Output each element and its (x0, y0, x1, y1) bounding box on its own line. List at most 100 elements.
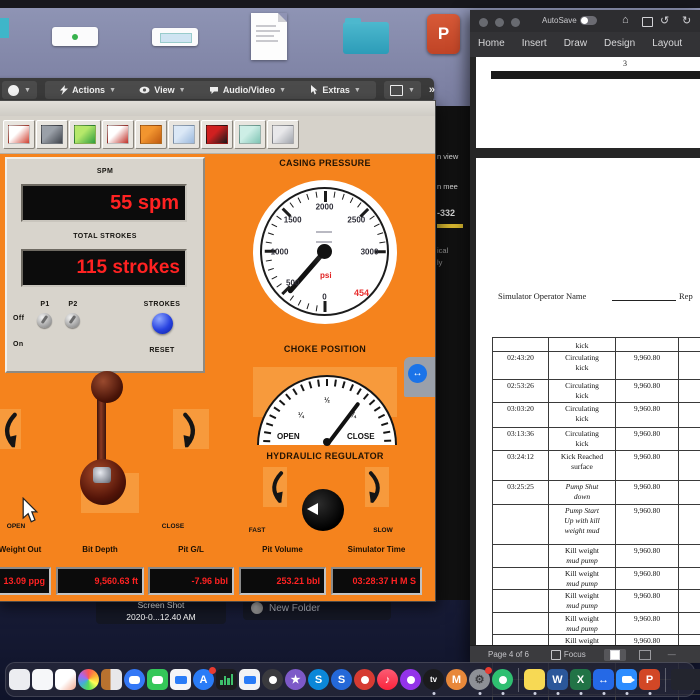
dock-mail-icon[interactable] (170, 669, 191, 690)
background-window[interactable]: n view n mee -332 ical ly (433, 106, 470, 600)
dock-s-app-icon[interactable]: S (331, 669, 352, 690)
home-icon[interactable]: ⌂ (622, 14, 629, 26)
dock-word-icon[interactable]: W (547, 669, 568, 695)
word-title-bar[interactable]: AutoSave ⌂ ↺ ↻ (470, 10, 700, 32)
dock-document-icon[interactable] (9, 669, 30, 690)
lever-top-ball[interactable] (91, 371, 123, 403)
page-4[interactable]: Simulator Operator Name Rep kick 02:43:20… (476, 158, 700, 700)
rotate-right-arrow-icon[interactable] (367, 469, 387, 505)
menu-audio-video[interactable]: Audio/Video ▼ (200, 85, 295, 95)
operator-name-blank (612, 300, 676, 301)
strokes-reset-button[interactable] (152, 313, 173, 334)
rotate-left-arrow-icon[interactable] (265, 469, 285, 505)
toolbar-button-alarm-icon[interactable] (102, 120, 134, 149)
dock-tv-icon[interactable]: tv (423, 669, 444, 695)
new-folder-icon (251, 602, 263, 614)
more-chevrons[interactable]: » (429, 84, 435, 96)
tab-insert[interactable]: Insert (522, 38, 547, 49)
regulator-knob[interactable] (302, 489, 344, 531)
tab-layout[interactable]: Layout (652, 38, 682, 49)
toolbar-button-chart-icon[interactable] (3, 120, 35, 149)
monitor-menu[interactable]: ▼ (383, 81, 421, 99)
dock-settings-icon[interactable]: ⚙ (469, 667, 492, 695)
dock-podcasts-icon[interactable] (400, 669, 421, 690)
teamviewer-side-tab[interactable]: ↔ (404, 357, 435, 397)
dock-preview-icon[interactable] (55, 669, 76, 690)
autosave-toggle[interactable]: AutoSave (542, 16, 597, 25)
toolbar-button-bars-icon[interactable] (69, 120, 101, 149)
word-window[interactable]: AutoSave ⌂ ↺ ↻ Home Insert Draw Design L… (470, 10, 700, 700)
undo-icon[interactable]: ↺ (660, 14, 669, 27)
dock-stocks-icon[interactable] (216, 669, 237, 690)
card-icon-blue[interactable] (152, 28, 198, 46)
focus-button[interactable]: Focus (550, 649, 586, 660)
gauge-tick-500: 500 (285, 278, 300, 288)
dock-books-icon[interactable] (101, 669, 122, 690)
dock-red-app-icon[interactable] (354, 669, 375, 690)
toolbar-button-led-panel-icon[interactable] (201, 120, 233, 149)
tab-design[interactable]: Design (604, 38, 635, 49)
tab-home[interactable]: Home (478, 38, 505, 49)
dock-messages-green-icon[interactable] (147, 669, 168, 690)
dock-music-icon[interactable]: ♪ (377, 669, 398, 690)
dock-appstore-icon[interactable]: A (193, 667, 216, 690)
lever-close-label: CLOSE (161, 523, 185, 530)
page-count[interactable]: Page 4 of 6 (488, 650, 529, 659)
cell-event: Pump Start Up with kill weight mud (549, 505, 616, 544)
toolbar-button-panel-orange-icon[interactable] (135, 120, 167, 149)
card-icon-green[interactable] (52, 27, 98, 46)
pump2-switch[interactable] (65, 313, 80, 328)
print-layout-view-button[interactable] (603, 648, 626, 661)
toolbar-button-window-icon[interactable] (267, 120, 299, 149)
close-button[interactable] (479, 18, 488, 27)
readout-display-1: 9,560.63 ft (56, 567, 144, 595)
tab-draw[interactable]: Draw (564, 38, 587, 49)
save-icon[interactable] (642, 17, 653, 27)
dock-excel-icon[interactable]: X (570, 669, 591, 695)
dock-messages-icon[interactable] (124, 669, 145, 690)
dock-green-app-icon[interactable] (492, 669, 513, 695)
operator-name-label: Simulator Operator Name (498, 291, 587, 301)
dock-zoom-icon[interactable] (616, 669, 637, 695)
dock-disc-icon[interactable] (262, 669, 283, 690)
dock-m-app-icon[interactable]: M (446, 669, 467, 690)
sim-title-bar[interactable] (0, 101, 435, 117)
menu-extras[interactable]: Extras ▼ (300, 85, 369, 95)
cell-depth: 9,960.80 (616, 567, 679, 589)
dock-star-icon[interactable]: ★ (285, 669, 306, 690)
redo-icon[interactable]: ↻ (682, 14, 691, 27)
simulator-window[interactable]: SPM 55 spm TOTAL STROKES 115 strokes P1 … (0, 100, 436, 602)
event-line: kick (575, 363, 589, 372)
toolbar-button-panel-blue-icon[interactable] (168, 120, 200, 149)
table-row: Kill weightmud pump9,960.80 (493, 612, 700, 635)
lever-close-arrow-icon[interactable] (181, 411, 203, 449)
menu-actions[interactable]: Actions ▼ (51, 85, 125, 95)
link-fragment[interactable] (437, 224, 463, 228)
lever-open-arrow-icon[interactable] (0, 411, 19, 449)
dock-teamviewer-icon[interactable]: ↔ (593, 669, 614, 695)
document-canvas[interactable]: 3 Simulator Operator Name Rep kick 02:43:… (470, 57, 700, 700)
dock-powerpoint-icon[interactable]: P (639, 669, 660, 695)
pump1-switch[interactable] (37, 313, 52, 328)
dock-stickies-icon[interactable] (524, 669, 545, 695)
table-row: 03:25:25 Pump Shut down 9,960.80 (493, 481, 700, 505)
menu-view[interactable]: View ▼ (130, 85, 194, 95)
dock-photos-icon[interactable] (78, 669, 99, 690)
web-layout-view-button[interactable] (634, 649, 656, 661)
event-line: Kick Reached (560, 452, 604, 461)
zoom-slider[interactable]: — (668, 650, 676, 659)
lever-nut (93, 467, 111, 483)
toolbar-button-stripes-icon[interactable] (234, 120, 266, 149)
powerpoint-icon[interactable]: P (427, 14, 460, 54)
screenshot-file-label[interactable]: Screen Shot 2020-0...12.40 AM (96, 599, 226, 624)
document-icon[interactable] (251, 13, 287, 60)
dock-skype-icon[interactable]: S (308, 669, 329, 690)
dock-keynote-icon[interactable] (239, 669, 260, 690)
dock-screenshot-thumbnail[interactable] (671, 669, 700, 690)
zoom-button[interactable] (511, 18, 520, 27)
folder-icon[interactable] (343, 18, 389, 54)
dock-pages-icon[interactable] (32, 669, 53, 690)
minimize-button[interactable] (495, 18, 504, 27)
toolbar-button-equipment-icon[interactable] (36, 120, 68, 149)
session-menu[interactable]: ▼ (2, 81, 37, 99)
